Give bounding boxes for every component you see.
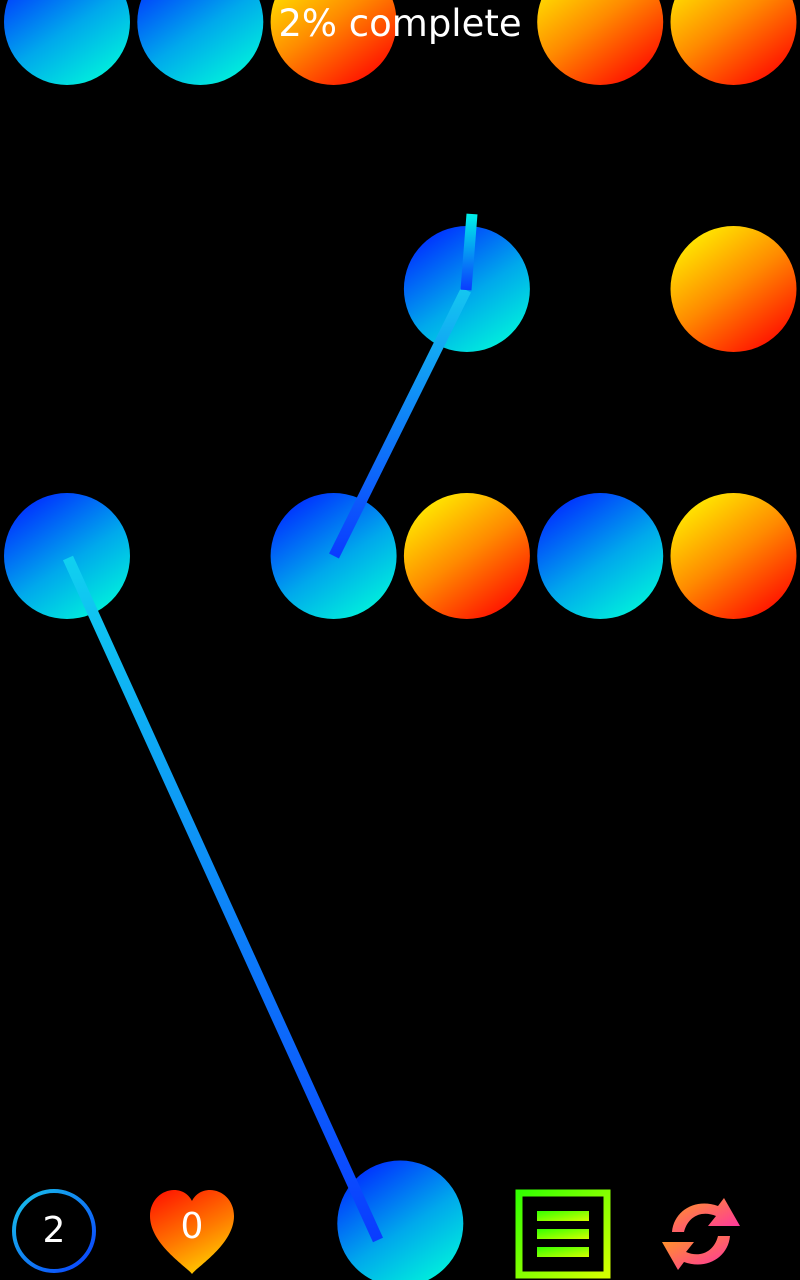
- lives-count: 0: [180, 1206, 204, 1247]
- menu-button[interactable]: [515, 1189, 611, 1279]
- ball-layer[interactable]: [4, 0, 797, 1280]
- restart-icon: [662, 1198, 740, 1270]
- blue-ball[interactable]: [537, 493, 664, 619]
- moves-counter: 2: [12, 1189, 96, 1273]
- restart-button[interactable]: [656, 1196, 746, 1272]
- board-canvas[interactable]: [0, 0, 800, 1280]
- blue-ball[interactable]: [337, 1160, 464, 1280]
- red-ball[interactable]: [670, 493, 797, 619]
- moves-count: 2: [42, 1210, 66, 1251]
- progress-text: 2% complete: [278, 2, 522, 45]
- path-segment: [62, 555, 384, 1243]
- path-segment: [460, 213, 478, 291]
- game-board[interactable]: 2% complete 2 0: [0, 0, 800, 1280]
- connection-path: [62, 213, 478, 1243]
- lives-counter: 0: [148, 1188, 236, 1276]
- red-ball[interactable]: [403, 493, 530, 619]
- red-ball[interactable]: [670, 226, 797, 352]
- menu-icon: [515, 1189, 611, 1279]
